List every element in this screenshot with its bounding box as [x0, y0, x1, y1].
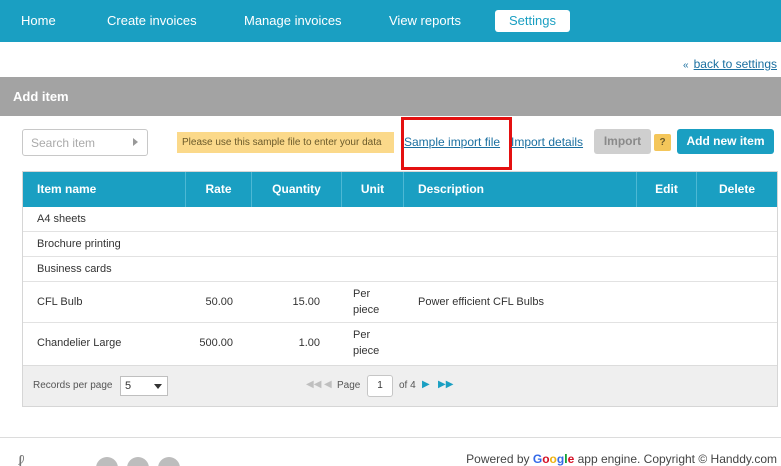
records-per-page-select[interactable]: 5 [120, 376, 168, 396]
cell-item-name: Brochure printing [37, 238, 121, 250]
footer-divider [0, 437, 781, 438]
table-row[interactable]: Chandelier Large 500.00 1.00 Per piece [23, 323, 777, 365]
table-row[interactable]: A4 sheets [23, 207, 777, 232]
section-title: Add item [13, 89, 69, 104]
cell-unit: Per piece [353, 327, 393, 359]
cell-item-name: A4 sheets [37, 213, 86, 225]
import-details-link[interactable]: Import details [511, 135, 583, 149]
social-icon[interactable] [127, 457, 149, 466]
table-header: Item name Rate Quantity Unit Description… [23, 172, 777, 207]
table-row[interactable]: CFL Bulb 50.00 15.00 Per piece Power eff… [23, 282, 777, 323]
nav-view-reports[interactable]: View reports [389, 0, 461, 42]
records-per-page-value: 5 [125, 380, 132, 392]
google-logo-letter: o [542, 452, 550, 466]
unit-line: Per [353, 288, 371, 300]
records-per-page-label: Records per page [33, 380, 113, 391]
nav-settings[interactable]: Settings [495, 10, 570, 32]
cell-item-name: Business cards [37, 263, 112, 275]
add-new-item-button[interactable]: Add new item [677, 129, 774, 154]
table-row[interactable]: Business cards [23, 257, 777, 282]
cell-rate: 500.00 [199, 337, 233, 349]
import-hint: Please use this sample file to enter you… [177, 132, 394, 153]
cell-unit: Per piece [353, 286, 393, 318]
header-unit[interactable]: Unit [342, 172, 404, 207]
arrow-right-icon[interactable] [133, 138, 138, 146]
first-page-icon[interactable]: ◀◀ [306, 379, 321, 390]
previous-page-icon[interactable]: ◀ [324, 379, 332, 390]
header-quantity[interactable]: Quantity [252, 172, 342, 207]
cell-quantity: 15.00 [292, 296, 320, 308]
table-row[interactable]: Brochure printing [23, 232, 777, 257]
social-icon[interactable] [158, 457, 180, 466]
nav-home[interactable]: Home [21, 0, 56, 42]
page-total-label: of 4 [399, 380, 416, 391]
copyright-text: app engine. Copyright © Handdy.com [574, 452, 777, 466]
google-logo-letter: o [549, 452, 557, 466]
back-link-label: back to settings [693, 57, 777, 71]
page-number-input[interactable]: 1 [367, 375, 393, 397]
help-icon[interactable]: ? [654, 134, 671, 151]
last-page-icon[interactable]: ▶▶ [438, 379, 453, 390]
search-input[interactable] [23, 130, 127, 155]
cell-item-name: CFL Bulb [37, 296, 83, 308]
header-edit: Edit [637, 172, 697, 207]
cell-description: Power efficient CFL Bulbs [418, 296, 544, 308]
caret-down-icon [154, 384, 162, 389]
unit-line: piece [353, 304, 380, 316]
header-delete: Delete [718, 182, 756, 196]
nav-create-invoices[interactable]: Create invoices [107, 0, 197, 42]
next-page-icon[interactable]: ▶ [422, 379, 430, 390]
unit-line: Per [353, 329, 371, 341]
back-to-settings-link[interactable]: « back to settings [683, 57, 777, 71]
google-logo-letter: G [532, 452, 543, 466]
table-pager: Records per page 5 ◀◀ ◀ Page 1 of 4 ▶ ▶▶ [23, 365, 777, 406]
handdy-logo: ℓ [18, 452, 25, 466]
double-chevron-left-icon: « [683, 60, 689, 71]
page-label: Page [337, 380, 361, 391]
footer-copyright: Powered by Google app engine. Copyright … [466, 452, 777, 466]
import-button[interactable]: Import [594, 129, 651, 154]
cell-quantity: 1.00 [298, 337, 320, 349]
highlight-annotation [401, 117, 512, 170]
section-header: Add item [0, 77, 781, 116]
powered-by-text: Powered by [466, 452, 533, 466]
social-icon[interactable] [96, 457, 118, 466]
header-rate[interactable]: Rate [186, 172, 252, 207]
items-table: Item name Rate Quantity Unit Description… [22, 171, 778, 407]
unit-line: piece [353, 345, 380, 357]
cell-rate: 50.00 [205, 296, 233, 308]
header-description[interactable]: Description [404, 172, 637, 207]
top-navigation: Home Create invoices Manage invoices Vie… [0, 0, 781, 42]
cell-item-name: Chandelier Large [37, 337, 122, 349]
header-item-name[interactable]: Item name [23, 172, 186, 207]
search-box[interactable] [22, 129, 148, 156]
nav-manage-invoices[interactable]: Manage invoices [244, 0, 342, 42]
